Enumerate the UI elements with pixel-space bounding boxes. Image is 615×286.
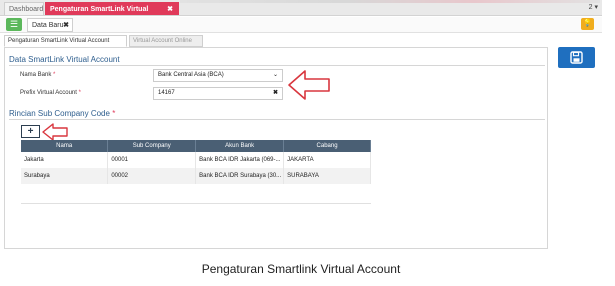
list-icon[interactable]: ☰: [6, 18, 22, 31]
table-row[interactable]: Surabaya 00002 Bank BCA IDR Surabaya (30…: [21, 168, 371, 184]
close-icon[interactable]: ✖: [63, 19, 69, 32]
required-marker: *: [78, 90, 81, 96]
column-header-akun-bank[interactable]: Akun Bank: [195, 140, 285, 152]
nama-bank-label-text: Nama Bank: [20, 72, 52, 78]
column-header-sub-company[interactable]: Sub Company: [107, 140, 197, 152]
prefix-va-label: Prefix Virtual Account *: [20, 90, 81, 96]
lightbulb-icon[interactable]: 💡: [581, 18, 594, 30]
nama-bank-value: Bank Central Asia (BCA): [158, 72, 224, 78]
top-decor-stripe: [180, 0, 600, 3]
app-window: Dashboard Pengaturan SmartLink Virtual A…: [0, 0, 602, 260]
cell-nama: Jakarta: [21, 152, 109, 168]
add-row-button[interactable]: +: [21, 125, 40, 138]
top-tab-bar: Dashboard Pengaturan SmartLink Virtual A…: [0, 0, 602, 26]
cell-akun-bank: Bank BCA IDR Jakarta (069-...: [195, 152, 285, 168]
column-header-cabang[interactable]: Cabang: [283, 140, 371, 152]
clear-icon[interactable]: ✖: [273, 88, 278, 99]
section-title-rincian-sub-company: Rincian Sub Company Code *: [9, 109, 115, 118]
section-title-data-smartlink: Data SmartLink Virtual Account: [9, 55, 120, 64]
chevron-down-icon: ⌄: [272, 72, 278, 78]
cell-cabang: JAKARTA: [283, 152, 371, 168]
annotation-arrow-left-icon: [42, 123, 68, 141]
table-header-row: Nama Sub Company Akun Bank Cabang: [21, 140, 371, 152]
tab-dashboard-label: Dashboard: [9, 6, 44, 13]
divider: [9, 65, 545, 66]
cell-nama: Surabaya: [21, 168, 109, 184]
section-title-rincian-text: Rincian Sub Company Code: [9, 109, 110, 118]
prefix-va-value: 14167: [158, 90, 175, 96]
tab-data-baru[interactable]: Data Baru ✖: [27, 18, 73, 32]
nama-bank-label: Nama Bank *: [20, 72, 55, 78]
cell-sub-company: 00001: [107, 152, 197, 168]
cell-cabang: SURABAYA: [283, 168, 371, 184]
required-marker: *: [53, 72, 56, 78]
required-marker: *: [112, 109, 116, 118]
figure-caption: Pengaturan Smartlink Virtual Account: [201, 262, 401, 276]
cell-akun-bank: Bank BCA IDR Surabaya (30...: [195, 168, 285, 184]
tab-pengaturan-smartlink-va[interactable]: Pengaturan SmartLink Virtual Account: [4, 35, 127, 47]
tab-data-baru-label: Data Baru: [32, 22, 64, 29]
nama-bank-select[interactable]: Bank Central Asia (BCA) ⌄: [153, 69, 283, 82]
divider: [9, 119, 545, 120]
floppy-disk-icon: [570, 51, 583, 64]
tab-virtual-account-online[interactable]: Virtual Account Online: [129, 35, 203, 47]
sub-toolbar: ☰ Data Baru ✖ 💡: [0, 17, 602, 33]
column-header-nama[interactable]: Nama: [21, 140, 109, 152]
sub-company-table: Nama Sub Company Akun Bank Cabang Jakart…: [21, 140, 371, 184]
tab-dashboard[interactable]: Dashboard: [4, 2, 44, 15]
table-row[interactable]: Jakarta 00001 Bank BCA IDR Jakarta (069-…: [21, 152, 371, 168]
prefix-va-label-text: Prefix Virtual Account: [20, 90, 77, 96]
close-icon[interactable]: ✖: [167, 3, 173, 16]
window-count-dropdown[interactable]: 2 ▾: [589, 2, 598, 14]
tab-pengaturan-smartlink[interactable]: Pengaturan SmartLink Virtual Account ✖: [45, 2, 179, 26]
prefix-va-input[interactable]: 14167 ✖: [153, 87, 283, 100]
save-button[interactable]: [558, 47, 595, 68]
annotation-arrow-left-icon: [288, 70, 330, 100]
cell-sub-company: 00002: [107, 168, 197, 184]
table-empty-area: [21, 184, 371, 204]
